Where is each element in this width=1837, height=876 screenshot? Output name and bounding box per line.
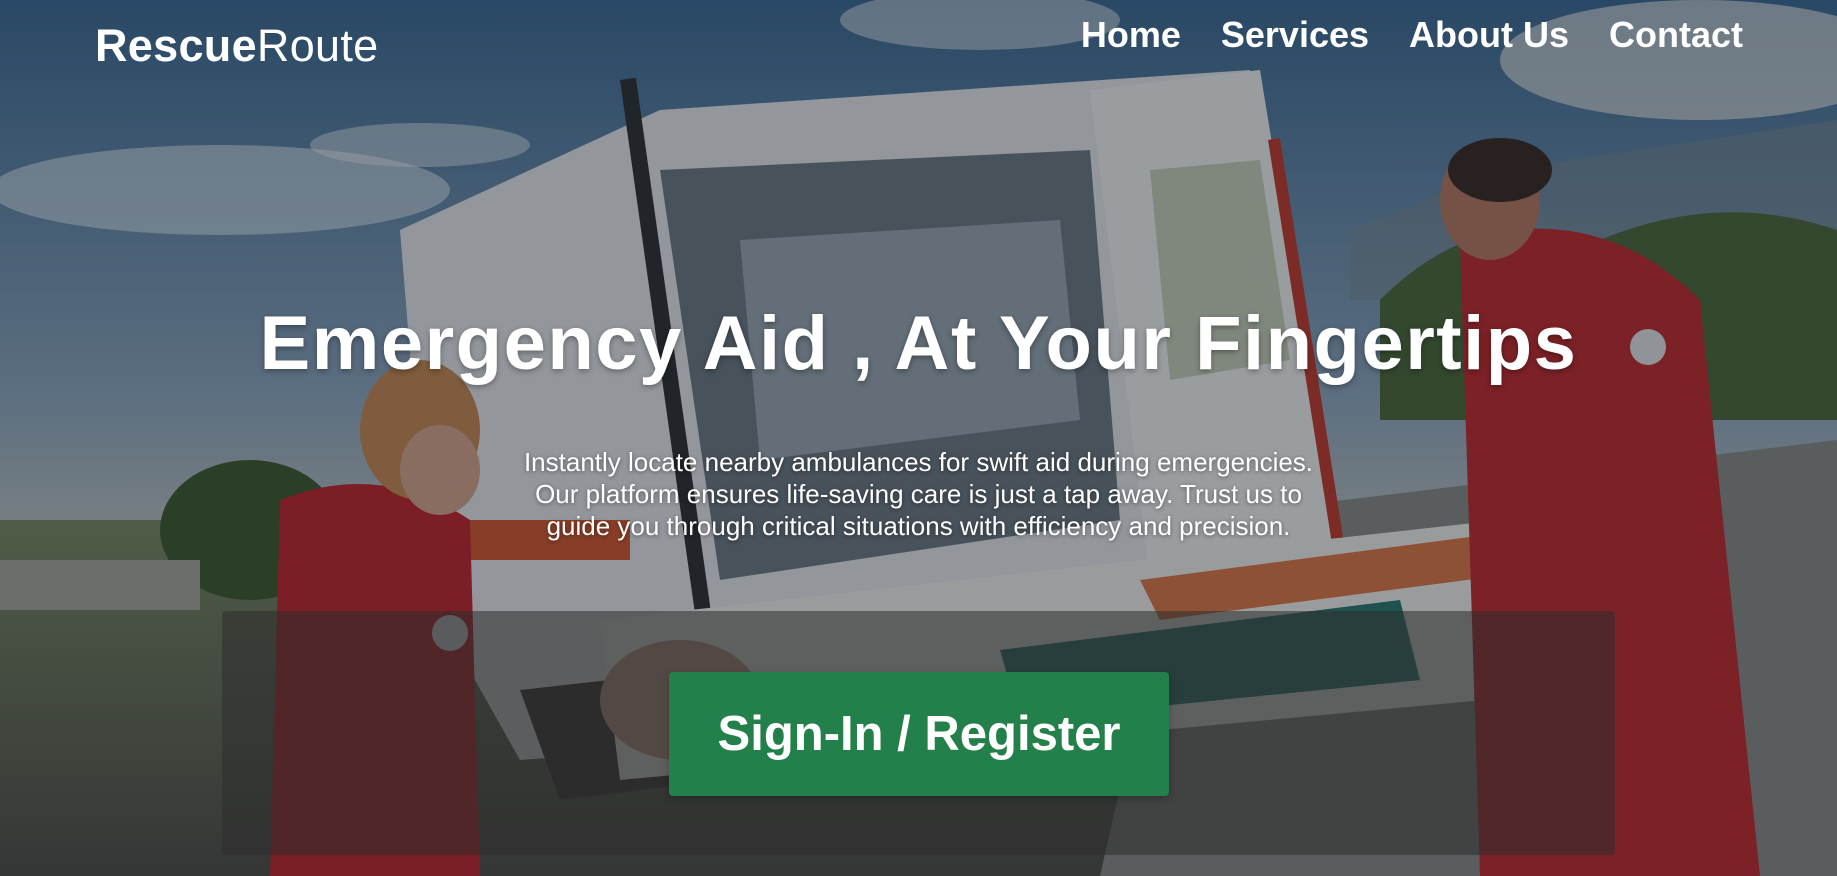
- nav-item-home[interactable]: Home: [1081, 14, 1181, 56]
- nav-item-about-us[interactable]: About Us: [1409, 14, 1569, 56]
- hero-subtitle: Instantly locate nearby ambulances for s…: [523, 447, 1314, 541]
- hero-section: RescueRoute Home Services About Us Conta…: [0, 0, 1837, 876]
- brand-name-bold: Rescue: [95, 20, 257, 71]
- hero-headline: Emergency Aid , At Your Fingertips: [259, 301, 1578, 386]
- main-nav: Home Services About Us Contact: [1081, 14, 1743, 56]
- nav-item-services[interactable]: Services: [1221, 14, 1369, 56]
- brand-name-light: Route: [256, 20, 379, 71]
- nav-item-contact[interactable]: Contact: [1609, 14, 1743, 56]
- brand-logo[interactable]: RescueRoute: [95, 20, 379, 72]
- sign-in-register-button[interactable]: Sign-In / Register: [669, 672, 1169, 796]
